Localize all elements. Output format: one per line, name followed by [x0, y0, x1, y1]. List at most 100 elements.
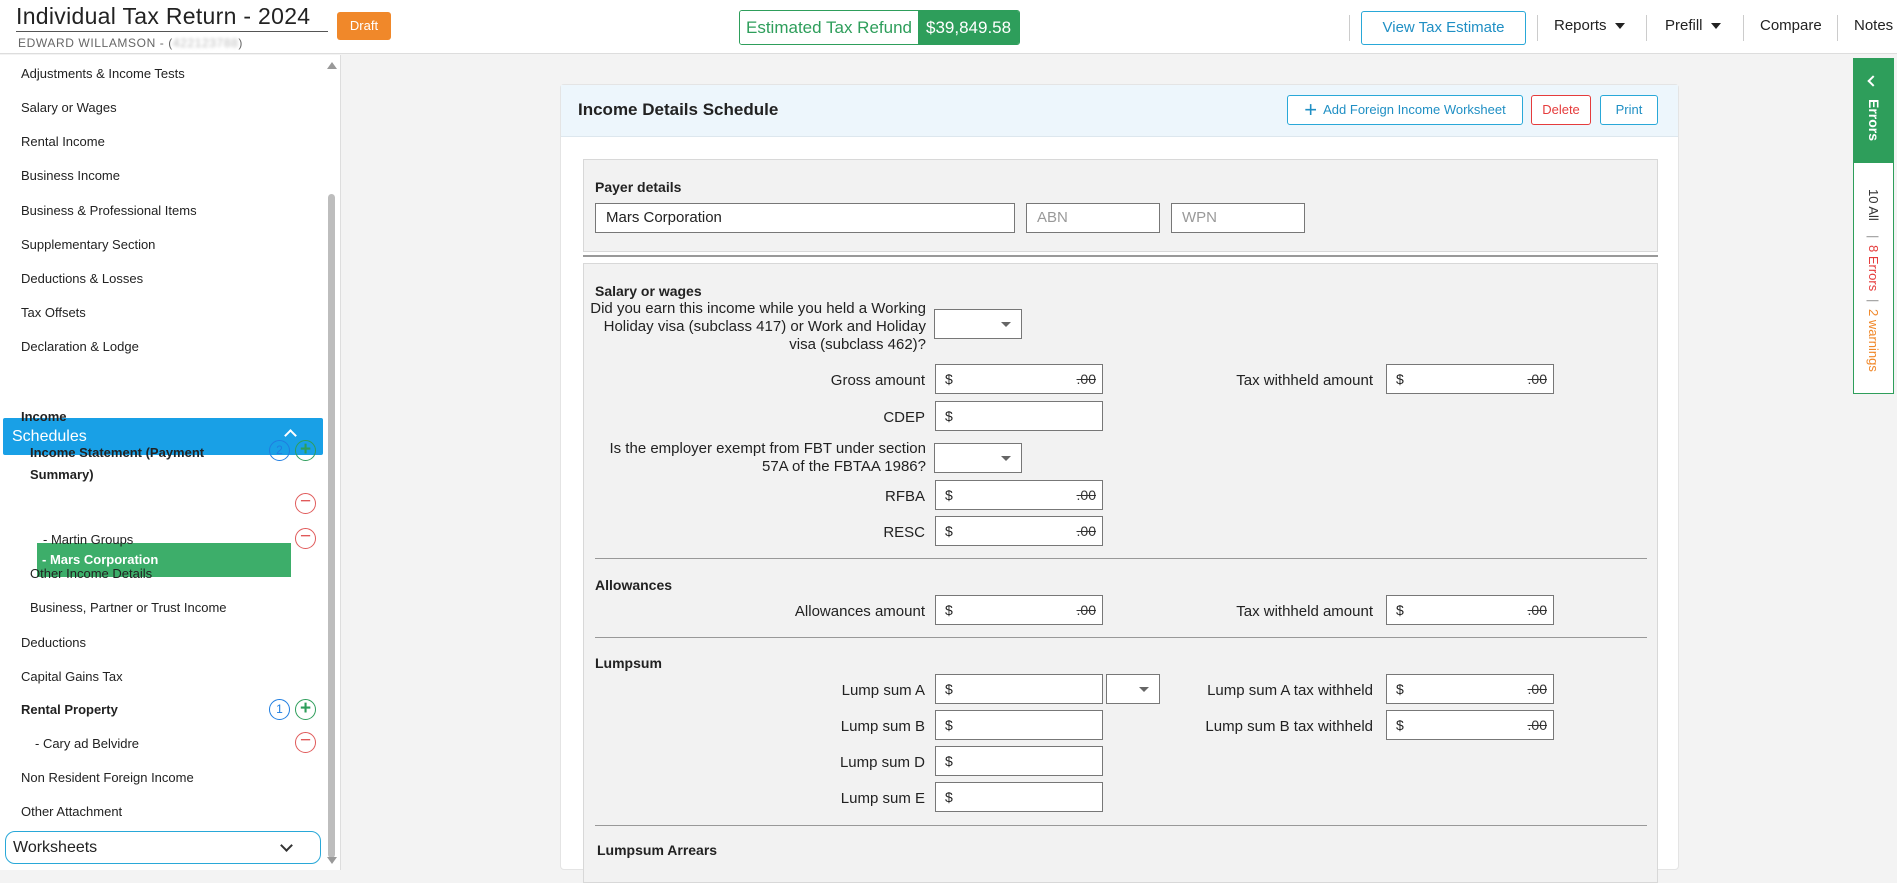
sidebar-item-income-statement[interactable]: Income Statement (Payment Summary) [30, 442, 230, 486]
sidebar-item-income[interactable]: Income [21, 409, 67, 424]
add-foreign-income-worksheet-button[interactable]: + Add Foreign Income Worksheet [1287, 95, 1523, 125]
sidebar-item-martin-groups[interactable]: - Martin Groups [43, 532, 133, 547]
all-count[interactable]: 10 All [1866, 189, 1881, 221]
salary-panel: Salary or wages Did you earn this income… [583, 263, 1658, 883]
worksheets-label: Worksheets [13, 839, 98, 856]
lump-sum-b-tax-input[interactable]: $ .00 [1386, 710, 1554, 740]
cdep-input[interactable]: $ [935, 401, 1103, 431]
sidebar-item-deductions[interactable]: Deductions [21, 635, 86, 650]
cents-label: .00 [1527, 371, 1547, 387]
allowances-amount-input[interactable]: $ .00 [935, 595, 1103, 625]
delete-button[interactable]: Delete [1531, 95, 1591, 125]
estimated-refund: Estimated Tax Refund $39,849.58 [739, 10, 1021, 45]
wpn-input[interactable]: WPN [1171, 203, 1305, 233]
errors-panel-tab[interactable]: Errors 10 All | 8 Errors | 2 warnings [1853, 58, 1894, 394]
gross-amount-input[interactable]: $ .00 [935, 364, 1103, 394]
prefill-menu[interactable]: Prefill [1665, 17, 1721, 34]
lump-sum-a-type-select[interactable] [1106, 674, 1160, 704]
plus-icon: + [1304, 97, 1318, 122]
tax-withheld-input[interactable]: $ .00 [1386, 364, 1554, 394]
currency-label: $ [945, 753, 953, 769]
sidebar-item-tax-offsets[interactable]: Tax Offsets [21, 305, 86, 320]
fbt-exempt-select[interactable] [934, 443, 1022, 473]
sidebar-item-cary-ad-belvidre[interactable]: - Cary ad Belvidre [35, 736, 139, 751]
add-payer-icon[interactable]: + [295, 440, 316, 461]
separator: | [1866, 235, 1881, 239]
lump-sum-b-tax-label: Lump sum B tax withheld [1205, 718, 1373, 735]
section-title: Lumpsum [595, 655, 662, 671]
sidebar-item-deductions-losses[interactable]: Deductions & Losses [21, 271, 143, 286]
sidebar-item-non-resident[interactable]: Non Resident Foreign Income [21, 770, 194, 785]
notes-link[interactable]: Notes [1854, 17, 1893, 34]
chevron-left-icon [1867, 75, 1879, 87]
add-property-icon[interactable]: + [295, 699, 316, 720]
section-title: Payer details [595, 179, 682, 195]
divider [1537, 15, 1538, 41]
sidebar-item-supplementary[interactable]: Supplementary Section [21, 237, 155, 252]
lump-sum-a-input[interactable]: $ [935, 674, 1103, 704]
cents-label: .00 [1076, 602, 1096, 618]
errors-toggle[interactable]: Errors [1854, 59, 1893, 163]
divider [595, 825, 1647, 826]
client-name: EDWARD WILLAMSON - ( [18, 36, 173, 50]
currency-label: $ [945, 371, 953, 387]
scroll-down-icon[interactable] [327, 857, 337, 864]
divider [1646, 15, 1647, 41]
resc-input[interactable]: $ .00 [935, 516, 1103, 546]
sidebar-item-cgt[interactable]: Capital Gains Tax [21, 669, 123, 684]
currency-label: $ [945, 602, 953, 618]
sidebar-item-business-professional[interactable]: Business & Professional Items [21, 203, 197, 218]
rfba-label: RFBA [884, 488, 925, 505]
currency-label: $ [1396, 371, 1404, 387]
working-holiday-question: Did you earn this income while you held … [590, 300, 926, 353]
remove-icon[interactable]: − [295, 731, 316, 753]
lump-sum-d-input[interactable]: $ [935, 746, 1103, 776]
errors-count[interactable]: 8 Errors [1866, 245, 1881, 291]
client-close: ) [238, 36, 243, 50]
section-title: Salary or wages [595, 283, 702, 299]
fbt-exempt-question: Is the employer exempt from FBT under se… [609, 440, 926, 475]
remove-icon[interactable]: − [295, 527, 316, 549]
reports-label: Reports [1554, 17, 1607, 34]
refund-amount: $39,849.58 [918, 11, 1020, 44]
sidebar-item-business-partner-trust[interactable]: Business, Partner or Trust Income [30, 600, 227, 615]
divider [595, 637, 1647, 638]
prefill-label: Prefill [1665, 17, 1703, 34]
payer-name-input[interactable]: Mars Corporation [595, 203, 1015, 233]
page-title: Individual Tax Return - 2024 [16, 3, 328, 32]
warnings-count[interactable]: 2 warnings [1866, 309, 1881, 372]
divider [1743, 15, 1744, 41]
card-header: Income Details Schedule + Add Foreign Inc… [561, 85, 1678, 137]
allowances-tax-input[interactable]: $ .00 [1386, 595, 1554, 625]
scroll-up-icon[interactable] [327, 62, 337, 69]
remove-icon[interactable]: − [295, 492, 316, 514]
view-tax-estimate-button[interactable]: View Tax Estimate [1361, 11, 1526, 45]
sidebar-item-other-attachment[interactable]: Other Attachment [21, 804, 122, 819]
currency-label: $ [1396, 717, 1404, 733]
sidebar-scrollbar[interactable] [328, 194, 335, 858]
lump-sum-e-input[interactable]: $ [935, 782, 1103, 812]
print-button[interactable]: Print [1600, 95, 1658, 125]
currency-label: $ [1396, 602, 1404, 618]
chevron-down-icon [280, 839, 293, 852]
sidebar-item-declaration[interactable]: Declaration & Lodge [21, 339, 139, 354]
sidebar-item-rental-property[interactable]: Rental Property [21, 702, 118, 717]
sidebar-item-salary[interactable]: Salary or Wages [21, 100, 117, 115]
card-title: Income Details Schedule [578, 100, 779, 119]
currency-label: $ [945, 408, 953, 424]
sidebar-item-business-income[interactable]: Business Income [21, 168, 120, 183]
sidebar-item-rental-income[interactable]: Rental Income [21, 134, 105, 149]
compare-link[interactable]: Compare [1760, 17, 1822, 34]
sidebar-item-other-income[interactable]: Other Income Details [30, 566, 152, 581]
lump-sum-a-tax-input[interactable]: $ .00 [1386, 674, 1554, 704]
worksheets-section-toggle[interactable]: Worksheets [5, 831, 321, 864]
cents-label: .00 [1076, 371, 1096, 387]
rfba-input[interactable]: $ .00 [935, 480, 1103, 510]
abn-input[interactable]: ABN [1026, 203, 1160, 233]
lump-sum-b-input[interactable]: $ [935, 710, 1103, 740]
reports-menu[interactable]: Reports [1554, 17, 1625, 34]
working-holiday-select[interactable] [934, 309, 1022, 339]
status-badge: Draft [337, 12, 391, 40]
sidebar-item-adjustments[interactable]: Adjustments & Income Tests [21, 66, 185, 81]
cdep-label: CDEP [883, 409, 925, 426]
